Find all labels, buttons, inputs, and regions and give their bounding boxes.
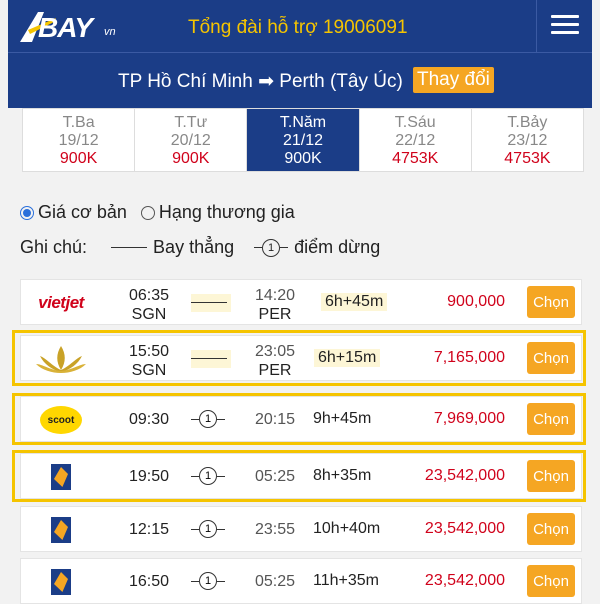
- direct-line-icon: [191, 358, 227, 359]
- hamburger-icon: [551, 15, 579, 18]
- lotus-icon: [36, 346, 86, 373]
- duration: 6h+45m: [321, 293, 388, 311]
- departure-time: 19:50: [128, 468, 170, 485]
- direct-line-icon: [111, 247, 148, 248]
- legend-direct: Bay thẳng: [153, 237, 235, 257]
- singapore-airlines-logo: [31, 513, 91, 547]
- logo-text: BAY: [38, 12, 93, 43]
- price: 900,000: [447, 293, 505, 310]
- select-flight-button[interactable]: Chọn: [527, 460, 575, 492]
- select-flight-button[interactable]: Chọn: [527, 342, 575, 374]
- arrival-time: 05:25: [254, 573, 296, 590]
- date-tab-active[interactable]: T.Năm 21/12 900K: [247, 109, 360, 171]
- select-flight-button[interactable]: Chọn: [527, 565, 575, 597]
- basic-fare-option[interactable]: Giá cơ bản: [20, 202, 127, 223]
- direct-line-icon: [191, 302, 227, 303]
- flight-row[interactable]: 12:15 1 23:55 10h+40m 23,542,000 Chọn: [20, 506, 582, 552]
- menu-button[interactable]: [536, 0, 592, 52]
- flight-row[interactable]: 16:50 1 05:25 11h+35m 23,542,000 Chọn: [20, 558, 582, 604]
- singapore-airlines-logo: [31, 460, 91, 494]
- departure-time: 15:50: [128, 343, 170, 360]
- arrival-code: PER: [258, 306, 292, 323]
- duration: 9h+45m: [313, 410, 372, 427]
- fare-options: Giá cơ bản Hạng thương gia: [20, 202, 309, 223]
- bird-icon: [51, 517, 71, 543]
- arrival-time: 14:20: [254, 287, 296, 304]
- select-flight-button[interactable]: Chọn: [527, 286, 575, 318]
- select-flight-button[interactable]: Chọn: [527, 403, 575, 435]
- departure-time: 12:15: [128, 521, 170, 538]
- arrival-code: PER: [258, 362, 292, 379]
- stop-icon: 1: [191, 410, 225, 428]
- stop-icon: 1: [254, 238, 289, 257]
- vietjet-logo: vietjet: [38, 293, 84, 312]
- change-route-button[interactable]: Thay đổi: [413, 67, 494, 93]
- date-tab[interactable]: T.Sáu 22/12 4753K: [360, 109, 472, 171]
- departure-time: 16:50: [128, 573, 170, 590]
- price: 23,542,000: [424, 572, 505, 589]
- legend-label: Ghi chú:: [20, 237, 88, 257]
- radio-checked-icon[interactable]: [20, 205, 34, 220]
- date-tab[interactable]: T.Ba 19/12 900K: [23, 109, 136, 171]
- price: 23,542,000: [424, 520, 505, 537]
- arrival-time: 23:55: [254, 521, 296, 538]
- bird-icon: [51, 464, 71, 490]
- departure-code: SGN: [131, 306, 167, 323]
- vietnam-airlines-logo: [31, 342, 91, 376]
- bird-icon: [51, 569, 71, 595]
- flight-row[interactable]: 15:50 SGN 23:05 PER 6h+15m 7,165,000 Chọn: [20, 335, 582, 381]
- departure-code: SGN: [131, 362, 167, 379]
- legend: Ghi chú: Bay thẳng 1 điểm dừng: [20, 237, 380, 258]
- stop-icon: 1: [191, 467, 225, 485]
- top-bar: BAY vn Tổng đài hỗ trợ 19006091: [8, 0, 592, 52]
- flight-row[interactable]: scoot 09:30 1 20:15 9h+45m 7,969,000 Chọ…: [20, 396, 582, 442]
- stop-icon: 1: [191, 572, 225, 590]
- hotline-text[interactable]: Tổng đài hỗ trợ 19006091: [188, 17, 408, 39]
- legend-stop: điểm dừng: [294, 237, 381, 257]
- route-bar: TP Hồ Chí Minh ➡ Perth (Tây Úc) Thay đổi: [8, 53, 592, 108]
- radio-unchecked-icon[interactable]: [140, 205, 155, 220]
- price: 23,542,000: [424, 467, 505, 484]
- stop-icon: 1: [191, 520, 225, 538]
- abay-logo[interactable]: BAY vn: [18, 8, 128, 44]
- singapore-airlines-logo: [31, 565, 91, 599]
- arrival-time: 05:25: [254, 468, 296, 485]
- logo-suffix: vn: [104, 26, 116, 38]
- flight-row[interactable]: vietjet 06:35 SGN 14:20 PER 6h+45m 900,000…: [20, 279, 582, 325]
- flight-row[interactable]: 19:50 1 05:25 8h+35m 23,542,000 Chọn: [20, 453, 582, 499]
- duration: 10h+40m: [313, 520, 381, 537]
- date-tab[interactable]: T.Bảy 23/12 4753K: [472, 109, 583, 171]
- route-text: TP Hồ Chí Minh ➡ Perth (Tây Úc): [118, 71, 403, 92]
- scoot-logo: scoot: [31, 403, 91, 437]
- arrival-time: 20:15: [254, 411, 296, 428]
- business-fare-option[interactable]: Hạng thương gia: [140, 202, 295, 223]
- date-tab[interactable]: T.Tư 20/12 900K: [135, 109, 248, 171]
- duration: 6h+15m: [314, 349, 381, 367]
- duration: 8h+35m: [313, 467, 372, 484]
- price: 7,969,000: [433, 410, 505, 427]
- price: 7,165,000: [433, 349, 505, 366]
- date-tabs: T.Ba 19/12 900K T.Tư 20/12 900K T.Năm 21…: [22, 108, 584, 172]
- departure-time: 09:30: [128, 411, 170, 428]
- duration: 11h+35m: [313, 572, 379, 589]
- arrival-time: 23:05: [254, 343, 296, 360]
- departure-time: 06:35: [128, 287, 170, 304]
- select-flight-button[interactable]: Chọn: [527, 513, 575, 545]
